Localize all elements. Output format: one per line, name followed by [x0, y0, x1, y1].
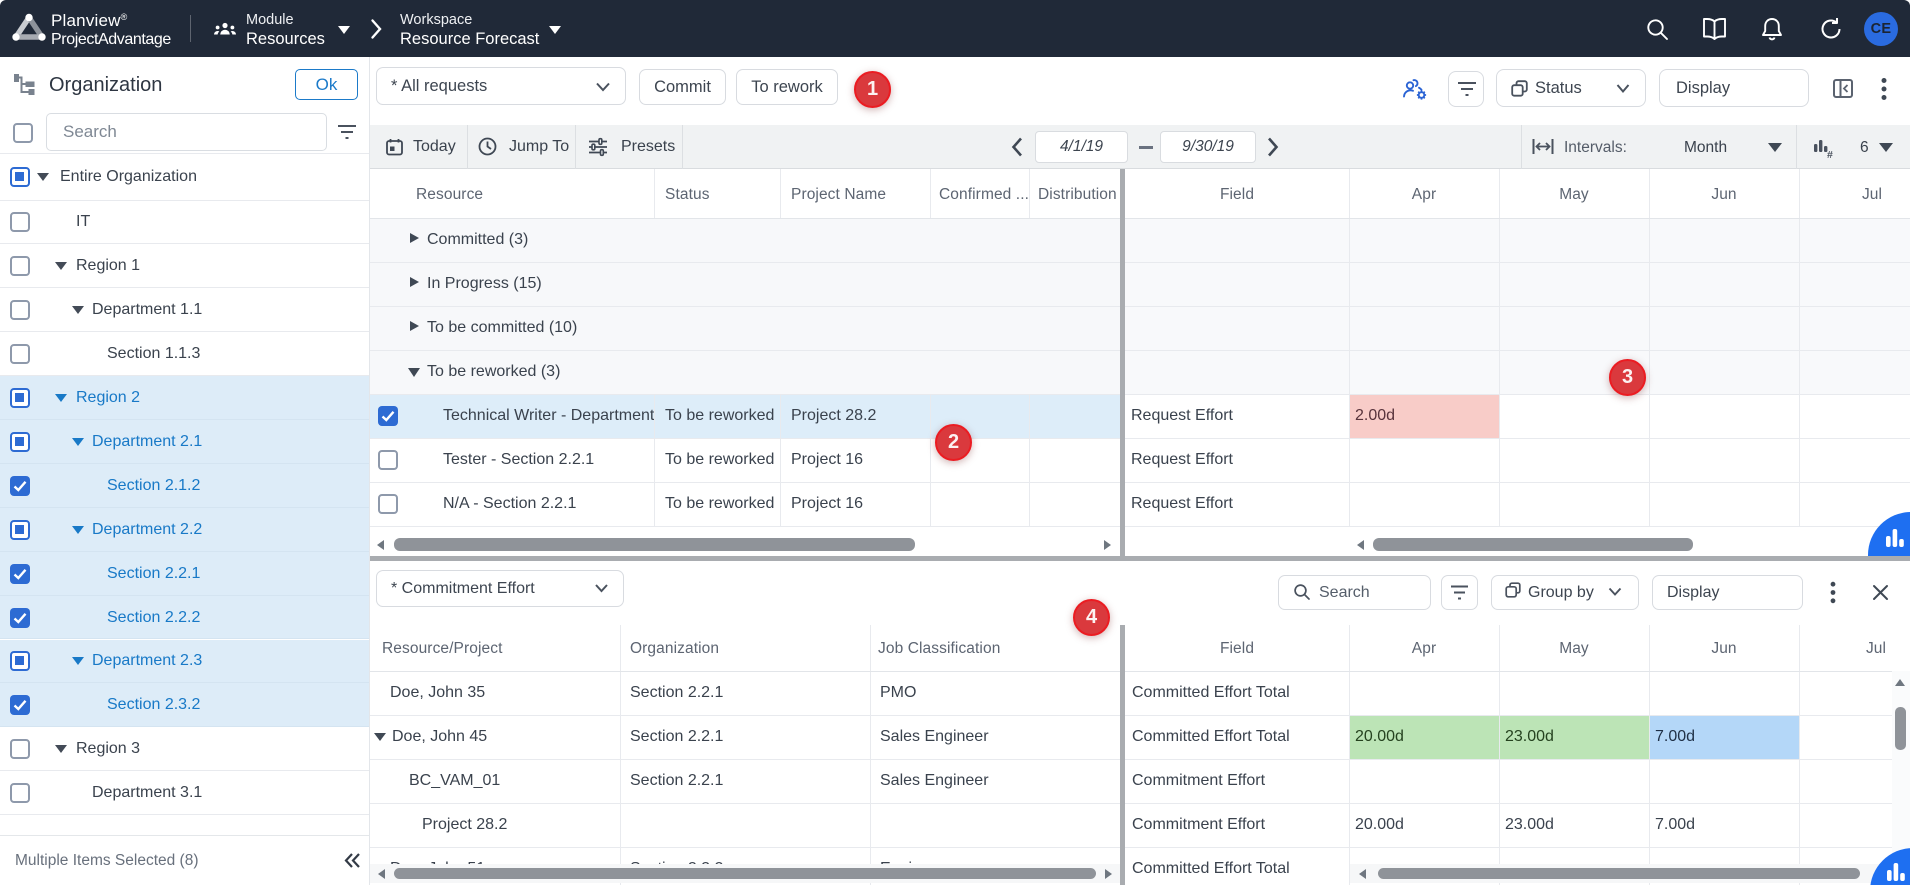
svg-text:#: #: [1827, 149, 1833, 158]
